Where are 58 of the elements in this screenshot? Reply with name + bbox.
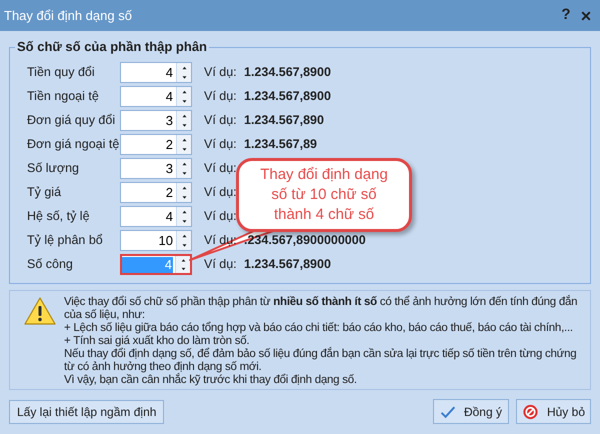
number-spinner[interactable]: 3 [120, 158, 192, 179]
number-spinner[interactable]: 4 [120, 206, 192, 227]
example-label: Ví dụ: [204, 88, 238, 106]
spinner-value: 10 [158, 232, 174, 248]
callout-text: Thay đổi định dạng [260, 165, 388, 185]
example-label: Ví dụ: [204, 208, 238, 226]
spinner-value: 4 [164, 208, 174, 224]
spinner-value: 3 [164, 160, 174, 176]
warning-text: Việc thay đổi số chữ số phần thập phân từ nhiều số thành ít số có thể ảnh hưởng lớn đến tính đúng đắn của số liệu, như: [64, 296, 578, 322]
checkmark-icon [440, 404, 456, 420]
warning-text: Nếu thay đổi định dạng số, để đảm bảo số liệu đúng đắn bạn cần sửa lại trực tiếp số tiền trên từng chứng từ có ảnh hưởng theo định dạng số mới. [64, 348, 578, 373]
example-value: 1.234.567,8900 [244, 64, 331, 82]
example-label: Ví dụ: [204, 256, 238, 274]
number-spinner[interactable]: 2 [120, 182, 192, 203]
field-label: Số công [27, 256, 74, 274]
field-label: Hệ số, tỷ lệ [27, 208, 91, 226]
spinner-value: 3 [164, 112, 174, 128]
field-label: Đơn giá quy đổi [27, 112, 116, 130]
example-label: Ví dụ: [204, 64, 238, 82]
example-value: 1.234.567,89 [244, 136, 317, 154]
example-value: 1.234.567,890 [244, 112, 324, 130]
help-button[interactable]: ? [556, 4, 576, 27]
number-spinner[interactable]: 10 [120, 230, 192, 251]
number-spinner[interactable]: 4 [120, 62, 192, 83]
callout-text: thành 4 chữ số [272, 205, 376, 225]
number-spinner[interactable]: 2 [120, 134, 192, 155]
field-label: Đơn giá ngoại tệ [27, 136, 120, 154]
warning-text: Vì vậy, bạn cần cân nhắc kỹ trước khi thay đổi định dạng số. [64, 374, 358, 387]
example-value: 1.234.567,8900 [244, 88, 331, 106]
warning-text: + Tính sai giá xuất kho do làm tròn số. [64, 335, 250, 348]
example-value: 1.234.567,8900 [244, 256, 331, 274]
cancel-button[interactable]: Hủy bỏ [516, 399, 591, 424]
field-label: Tiền quy đổi [27, 64, 96, 82]
prohibited-icon [522, 402, 539, 420]
spinner-value: 4 [122, 256, 173, 272]
close-button[interactable]: × [576, 6, 596, 24]
field-label: Tỷ giá [27, 184, 62, 202]
field-label: Tiền ngoại tệ [27, 88, 100, 106]
spinner-value: 2 [164, 136, 174, 152]
warning-icon [24, 297, 56, 325]
group-title: Số chữ số của phần thập phân [15, 39, 209, 55]
number-spinner[interactable]: 3 [120, 110, 192, 131]
example-label: Ví dụ: [204, 184, 238, 202]
example-label: Ví dụ: [204, 136, 238, 154]
callout-text: số từ 10 chữ số [270, 185, 378, 205]
warning-text: + Lệch số liệu giữa báo cáo tổng hợp và báo cáo chi tiết: báo cáo kho, báo cáo thuế, báo cáo tài chính,... [64, 322, 574, 335]
window-title: Thay đổi định dạng số [4, 6, 133, 25]
ok-button[interactable]: Đồng ý [433, 399, 509, 424]
reset-defaults-button[interactable]: Lấy lại thiết lập ngầm định [9, 400, 164, 424]
spinner-value: 2 [164, 184, 174, 200]
example-label: Ví dụ: [204, 112, 238, 130]
field-label: Số lượng [27, 160, 80, 178]
example-label: Ví dụ: [204, 160, 238, 178]
spinner-value: 4 [164, 64, 174, 80]
number-spinner[interactable]: 4 [120, 86, 192, 107]
example-value: .234.567,8900000000 [244, 232, 366, 250]
field-label: Tỷ lệ phân bổ [27, 232, 104, 250]
spinner-value: 4 [164, 88, 174, 104]
